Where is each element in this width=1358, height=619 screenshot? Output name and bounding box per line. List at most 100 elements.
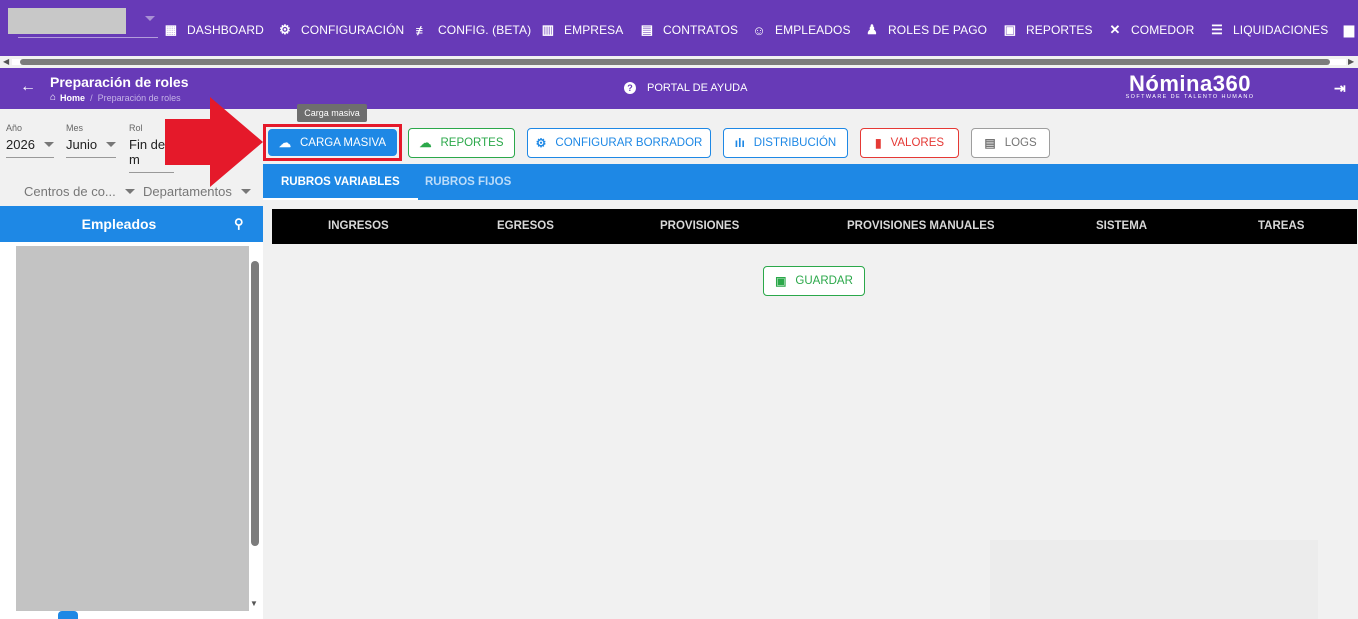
utensils-icon: ✕ bbox=[1109, 22, 1121, 37]
people-icon: ♟ bbox=[866, 22, 878, 37]
employees-title: Empleados bbox=[81, 216, 157, 232]
chevron-down-icon bbox=[43, 142, 54, 147]
button-label: GUARDAR bbox=[795, 275, 853, 287]
distribucion-button[interactable]: ılı DISTRIBUCIÓN bbox=[723, 128, 848, 158]
nav-item-label: ROLES DE PAGO bbox=[888, 23, 988, 37]
button-label: CONFIGURAR BORRADOR bbox=[555, 137, 703, 149]
company-selector[interactable] bbox=[8, 8, 126, 34]
carga-masiva-button[interactable]: ☁ CARGA MASIVA bbox=[268, 129, 397, 156]
configurar-borrador-button[interactable]: ⚙ CONFIGURAR BORRADOR bbox=[527, 128, 711, 158]
home-icon: ⌂ bbox=[50, 92, 57, 103]
tab-tareas[interactable]: TAREAS bbox=[1258, 209, 1304, 244]
employees-header: Empleados ⚲ bbox=[0, 206, 263, 242]
valores-button[interactable]: ▮ VALORES bbox=[860, 128, 959, 158]
employee-list[interactable] bbox=[16, 246, 249, 611]
tab-rubros-variables[interactable]: RUBROS VARIABLES bbox=[263, 164, 418, 200]
button-label: LOGS bbox=[1004, 137, 1037, 149]
tooltip: Carga masiva bbox=[297, 104, 367, 122]
scroll-thumb[interactable] bbox=[251, 261, 259, 546]
building-icon: ▥ bbox=[541, 22, 555, 37]
clipboard-icon: ▤ bbox=[640, 22, 654, 37]
category-tabs: INGRESOS EGRESOS PROVISIONES PROVISIONES… bbox=[272, 209, 1357, 244]
nav-item-label: EMPLEADOS bbox=[775, 23, 851, 37]
gear-icon: ⚙ bbox=[279, 22, 291, 37]
brand-tagline: SOFTWARE DE TALENTO HUMANO bbox=[1125, 94, 1255, 100]
sliders-icon: ≢ bbox=[415, 22, 429, 38]
help-portal-link[interactable]: ? PORTAL DE AYUDA bbox=[624, 82, 747, 94]
nav-item-liquidaciones[interactable]: ☰ LIQUIDACIONES bbox=[1210, 20, 1328, 40]
chevron-down-icon[interactable] bbox=[145, 16, 155, 21]
chevron-down-icon bbox=[106, 142, 117, 147]
calendar-icon: ▆ bbox=[1343, 22, 1355, 37]
nav-item-reportes[interactable]: ▣ REPORTES bbox=[1003, 20, 1093, 40]
year-select[interactable]: Año 2026 bbox=[6, 123, 54, 158]
back-arrow-icon[interactable]: ← bbox=[20, 78, 36, 96]
tab-rubros-fijos[interactable]: RUBROS FIJOS bbox=[425, 164, 511, 200]
scroll-left-icon[interactable]: ◀ bbox=[3, 57, 9, 66]
field-underline bbox=[6, 157, 54, 158]
breadcrumb: ⌂ Home / Preparación de roles bbox=[50, 92, 181, 103]
pagination-indicator[interactable] bbox=[58, 611, 78, 619]
chevron-down-icon bbox=[124, 189, 135, 194]
dashboard-icon: ▦ bbox=[164, 22, 178, 37]
tab-egresos[interactable]: EGRESOS bbox=[497, 209, 554, 244]
nav-item-roles-de-pago[interactable]: ♟ ROLES DE PAGO bbox=[865, 20, 987, 40]
breadcrumb-home[interactable]: Home bbox=[60, 93, 85, 103]
nav-item-label: COMEDOR bbox=[1131, 23, 1195, 37]
save-icon: ▣ bbox=[775, 274, 787, 288]
logs-button[interactable]: ▤ LOGS bbox=[971, 128, 1050, 158]
cloud-download-icon: ☁ bbox=[419, 136, 432, 150]
help-label: PORTAL DE AYUDA bbox=[647, 82, 748, 94]
scroll-thumb[interactable] bbox=[20, 59, 1330, 65]
help-icon: ? bbox=[624, 82, 636, 94]
tab-sistema[interactable]: SISTEMA bbox=[1096, 209, 1147, 244]
list-icon: ▤ bbox=[984, 136, 996, 150]
tab-ingresos[interactable]: INGRESOS bbox=[328, 209, 389, 244]
nav-item-label: CONFIGURACIÓN bbox=[301, 23, 405, 37]
reportes-button[interactable]: ☁ REPORTES bbox=[408, 128, 515, 158]
button-label: VALORES bbox=[890, 137, 945, 149]
nav-item-label: CONTRATOS bbox=[663, 23, 739, 37]
nav-item-dashboard[interactable]: ▦ DASHBOARD bbox=[164, 20, 264, 40]
month-label: Mes bbox=[66, 123, 84, 133]
button-label: DISTRIBUCIÓN bbox=[753, 137, 837, 149]
nav-item-empleados[interactable]: ☺ EMPLEADOS bbox=[752, 20, 851, 40]
nav-item-config-beta[interactable]: ≢ CONFIG. (BETA) bbox=[415, 20, 531, 40]
nav-item-empresa[interactable]: ▥ EMPRESA bbox=[541, 20, 623, 40]
scroll-down-icon[interactable]: ▼ bbox=[250, 599, 258, 608]
report-icon: ▣ bbox=[1003, 22, 1017, 37]
brand-logo: Nómina360 SOFTWARE DE TALENTO HUMANO bbox=[1120, 71, 1260, 100]
scroll-right-icon[interactable]: ▶ bbox=[1348, 57, 1354, 66]
company-underline bbox=[18, 37, 158, 38]
nav-item-label: EMPRESA bbox=[564, 23, 624, 37]
annotation-arrow bbox=[165, 97, 263, 187]
tab-provisiones[interactable]: PROVISIONES bbox=[660, 209, 739, 244]
chevron-down-icon bbox=[240, 189, 251, 194]
list-icon: ☰ bbox=[1211, 22, 1223, 37]
field-underline bbox=[66, 157, 116, 158]
save-button[interactable]: ▣ GUARDAR bbox=[763, 266, 865, 296]
year-value: 2026 bbox=[6, 137, 35, 152]
employee-list-scrollbar[interactable]: ▼ bbox=[249, 246, 261, 608]
background-panel bbox=[990, 540, 1318, 619]
gear-icon: ⚙ bbox=[535, 136, 547, 150]
nav-scrollbar[interactable]: ◀ ▶ bbox=[0, 56, 1358, 68]
cloud-upload-icon: ☁ bbox=[278, 135, 291, 150]
year-label: Año bbox=[6, 123, 23, 133]
button-label: REPORTES bbox=[440, 137, 504, 149]
tab-provisiones-manuales[interactable]: PROVISIONES MANUALES bbox=[847, 209, 995, 244]
nav-item-comedor[interactable]: ✕ COMEDOR bbox=[1108, 20, 1195, 40]
rubros-tabs: RUBROS VARIABLES RUBROS FIJOS bbox=[263, 164, 1358, 200]
search-icon[interactable]: ⚲ bbox=[234, 216, 244, 232]
nav-item-contratos[interactable]: ▤ CONTRATOS bbox=[640, 20, 738, 40]
logout-icon[interactable]: ⇥ bbox=[1334, 80, 1346, 97]
cost-center-select[interactable]: Centros de co... bbox=[24, 184, 135, 199]
face-icon: ☺ bbox=[752, 22, 766, 38]
nav-item-configuracion[interactable]: ⚙ CONFIGURACIÓN bbox=[278, 20, 404, 40]
top-navbar: ▦ DASHBOARD ⚙ CONFIGURACIÓN ≢ CONFIG. (B… bbox=[0, 0, 1358, 56]
nav-item-calendar[interactable]: ▆ bbox=[1342, 20, 1358, 40]
month-select[interactable]: Mes Junio bbox=[66, 123, 117, 158]
month-value: Junio bbox=[66, 137, 98, 152]
cost-center-value: Centros de co... bbox=[24, 184, 116, 199]
bar-chart-icon: ılı bbox=[734, 136, 745, 150]
